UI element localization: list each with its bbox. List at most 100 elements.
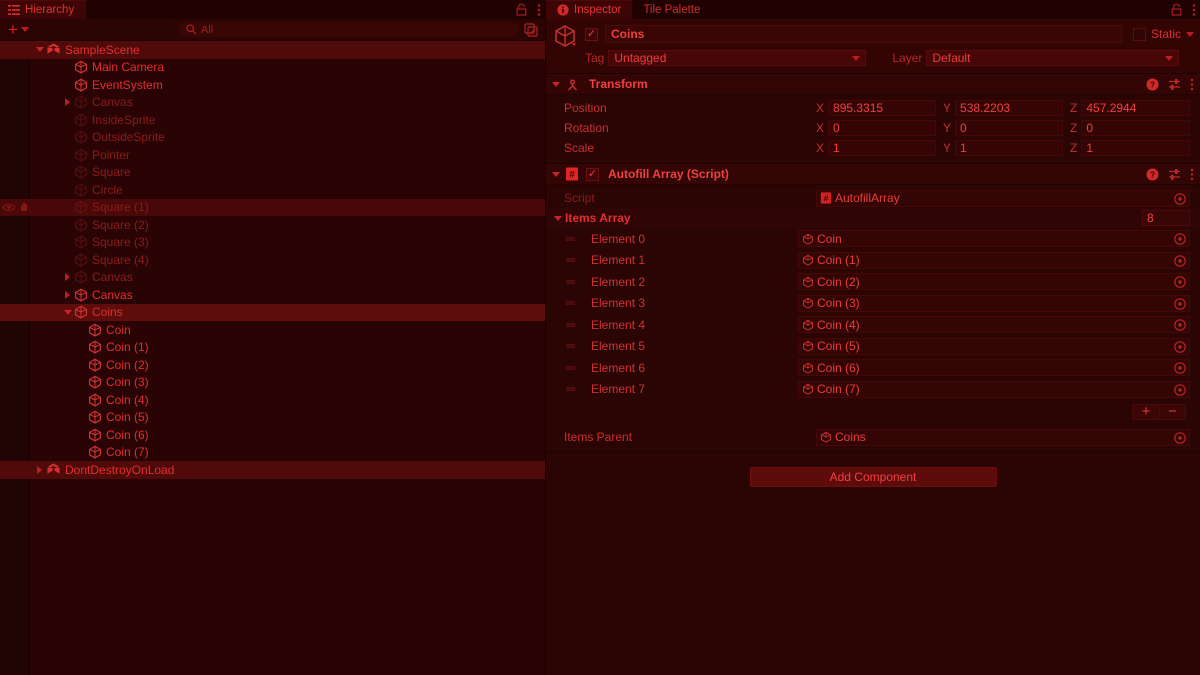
transform-scale-y-input[interactable]: 1 xyxy=(955,140,1063,156)
gameobject-name-input[interactable]: Coins xyxy=(605,25,1122,43)
hierarchy-item-coin-1[interactable]: Coin (1) xyxy=(0,339,545,357)
object-picker-icon[interactable] xyxy=(1174,431,1186,444)
help-icon[interactable]: ? xyxy=(1146,78,1159,91)
transform-rotation-y-input[interactable]: 0 xyxy=(955,120,1063,136)
expand-triangle-right-icon[interactable] xyxy=(61,98,74,107)
collapse-triangle-down-icon[interactable] xyxy=(552,81,560,87)
hierarchy-item-outsidesprite[interactable]: OutsideSprite xyxy=(0,129,545,147)
hierarchy-item-coin-5[interactable]: Coin (5) xyxy=(0,409,545,427)
array-element-row[interactable]: ═ Element 4 Coin (4) xyxy=(546,314,1200,336)
kebab-menu-icon[interactable] xyxy=(1192,3,1196,17)
preset-icon[interactable] xyxy=(1168,78,1181,91)
hierarchy-item-square-4[interactable]: Square (4) xyxy=(0,251,545,269)
hierarchy-item-canvas[interactable]: Canvas xyxy=(0,286,545,304)
hierarchy-tree[interactable]: SampleScene Main Camera EventSystem Canvas I… xyxy=(0,41,545,675)
hierarchy-item-insidesprite[interactable]: InsideSprite xyxy=(0,111,545,129)
tag-dropdown[interactable]: Untagged xyxy=(608,50,867,66)
transform-position-z-input[interactable]: 457.2944 xyxy=(1081,100,1190,116)
hierarchy-item-coin-6[interactable]: Coin (6) xyxy=(0,426,545,444)
array-element-row[interactable]: ═ Element 2 Coin (2) xyxy=(546,271,1200,293)
expand-triangle-right-icon[interactable] xyxy=(33,465,46,474)
object-picker-icon[interactable] xyxy=(1174,362,1186,375)
object-picker-icon[interactable] xyxy=(1174,319,1186,332)
hierarchy-item-samplescene[interactable]: SampleScene xyxy=(0,41,545,59)
expand-triangle-right-icon[interactable] xyxy=(61,290,74,299)
hierarchy-item-canvas[interactable]: Canvas xyxy=(0,269,545,287)
object-picker-icon[interactable] xyxy=(1174,254,1186,267)
preset-icon[interactable] xyxy=(1168,168,1181,181)
hierarchy-item-coins[interactable]: Coins xyxy=(0,303,545,321)
tab-inspector[interactable]: Inspector xyxy=(546,0,633,19)
component-enabled-checkbox[interactable]: ✓ xyxy=(586,167,599,181)
hierarchy-item-square-2[interactable]: Square (2) xyxy=(0,216,545,234)
autofill-array-component-header[interactable]: # ✓ Autofill Array (Script) ? xyxy=(546,164,1200,185)
collapse-triangle-down-icon[interactable] xyxy=(61,309,74,315)
array-remove-button[interactable]: − xyxy=(1159,403,1186,420)
transform-component-header[interactable]: Transform ? xyxy=(546,74,1200,95)
array-element-object-field[interactable]: Coin (4) xyxy=(798,316,1190,334)
object-picker-icon[interactable] xyxy=(1174,192,1186,205)
transform-scale-x-input[interactable]: 1 xyxy=(828,140,936,156)
object-picker-icon[interactable] xyxy=(1174,383,1186,396)
hierarchy-item-square-3[interactable]: Square (3) xyxy=(0,234,545,252)
object-picker-icon[interactable] xyxy=(1174,276,1186,289)
array-element-row[interactable]: ═ Element 7 Coin (7) xyxy=(546,379,1200,401)
drag-handle-icon[interactable]: ═ xyxy=(566,232,578,245)
array-element-object-field[interactable]: Coin (1) xyxy=(798,251,1190,269)
items-parent-object-field[interactable]: Coins xyxy=(816,428,1190,446)
drag-handle-icon[interactable]: ═ xyxy=(566,382,578,395)
help-icon[interactable]: ? xyxy=(1146,168,1159,181)
kebab-menu-icon[interactable] xyxy=(1190,78,1194,91)
hierarchy-item-canvas[interactable]: Canvas xyxy=(0,94,545,112)
hierarchy-item-main-camera[interactable]: Main Camera xyxy=(0,59,545,77)
drag-handle-icon[interactable]: ═ xyxy=(566,275,578,288)
hierarchy-search-input[interactable]: All xyxy=(178,22,519,37)
object-picker-icon[interactable] xyxy=(1174,233,1186,246)
lock-icon[interactable] xyxy=(1171,3,1182,16)
visibility-toggle-icons[interactable] xyxy=(2,200,30,215)
static-dropdown-chevron-down-icon[interactable] xyxy=(1186,31,1194,37)
transform-position-x-input[interactable]: 895.3315 xyxy=(828,100,936,116)
kebab-menu-icon[interactable] xyxy=(1190,168,1194,181)
array-element-object-field[interactable]: Coin xyxy=(798,230,1190,248)
expand-triangle-right-icon[interactable] xyxy=(61,273,74,282)
drag-handle-icon[interactable]: ═ xyxy=(566,253,578,266)
tab-hierarchy[interactable]: Hierarchy xyxy=(0,0,87,19)
items-array-size-input[interactable]: 8 xyxy=(1142,210,1190,226)
layer-dropdown[interactable]: Default xyxy=(926,50,1180,66)
array-element-object-field[interactable]: Coin (6) xyxy=(798,359,1190,377)
array-element-row[interactable]: ═ Element 0 Coin xyxy=(546,228,1200,250)
array-element-object-field[interactable]: Coin (2) xyxy=(798,273,1190,291)
gameobject-enabled-checkbox[interactable]: ✓ xyxy=(585,27,598,41)
drag-handle-icon[interactable]: ═ xyxy=(566,361,578,374)
object-picker-icon[interactable] xyxy=(1174,297,1186,310)
kebab-menu-icon[interactable] xyxy=(537,3,541,17)
array-element-object-field[interactable]: Coin (5) xyxy=(798,337,1190,355)
hierarchy-item-dontdestroyonload[interactable]: DontDestroyOnLoad xyxy=(0,461,545,479)
hierarchy-item-coin[interactable]: Coin xyxy=(0,321,545,339)
array-element-row[interactable]: ═ Element 3 Coin (3) xyxy=(546,293,1200,315)
drag-handle-icon[interactable]: ═ xyxy=(566,318,578,331)
array-add-button[interactable]: + xyxy=(1132,403,1159,420)
create-gameobject-button[interactable]: + xyxy=(4,21,33,38)
array-element-row[interactable]: ═ Element 1 Coin (1) xyxy=(546,250,1200,272)
script-object-field[interactable]: # AutofillArray xyxy=(816,189,1190,207)
hierarchy-item-pointer[interactable]: Pointer xyxy=(0,146,545,164)
transform-rotation-z-input[interactable]: 0 xyxy=(1081,120,1190,136)
hierarchy-item-coin-2[interactable]: Coin (2) xyxy=(0,356,545,374)
tab-tile-palette[interactable]: Tile Palette xyxy=(632,0,711,19)
add-component-button[interactable]: Add Component xyxy=(749,467,997,487)
collapse-triangle-down-icon[interactable] xyxy=(33,47,46,53)
expand-search-button[interactable] xyxy=(524,22,541,37)
hierarchy-item-square-1[interactable]: Square (1) xyxy=(0,198,545,216)
transform-scale-z-input[interactable]: 1 xyxy=(1081,140,1190,156)
collapse-triangle-down-icon[interactable] xyxy=(552,171,560,177)
hierarchy-item-circle[interactable]: Circle xyxy=(0,181,545,199)
lock-icon[interactable] xyxy=(516,3,527,16)
drag-handle-icon[interactable]: ═ xyxy=(566,339,578,352)
hierarchy-item-eventsystem[interactable]: EventSystem xyxy=(0,76,545,94)
hierarchy-item-coin-4[interactable]: Coin (4) xyxy=(0,391,545,409)
array-element-row[interactable]: ═ Element 6 Coin (6) xyxy=(546,357,1200,379)
array-element-object-field[interactable]: Coin (7) xyxy=(798,380,1190,398)
transform-position-y-input[interactable]: 538.2203 xyxy=(955,100,1063,116)
